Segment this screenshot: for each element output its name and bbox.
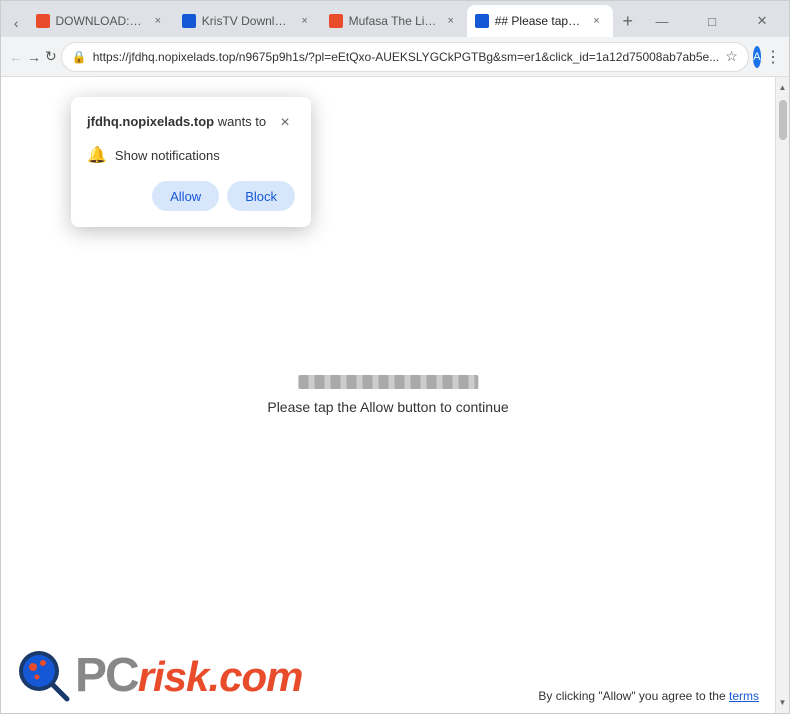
url-text: https://jfdhq.nopixelads.top/n9675p9h1s/… [93, 50, 720, 64]
tab-1-title: DOWNLOAD: Mufas... [56, 14, 144, 28]
browser-window: ‹ DOWNLOAD: Mufas... × KrisTV Download P… [0, 0, 790, 714]
tab-back-btn[interactable]: ‹ [5, 9, 28, 37]
pcrisk-text: PC risk.com [75, 652, 302, 700]
close-button[interactable]: ✕ [739, 5, 785, 37]
popup-notification-text: Show notifications [115, 148, 220, 163]
tab-4-favicon [475, 14, 489, 28]
tab-2-favicon [182, 14, 196, 28]
tab-2-title: KrisTV Download Pa... [202, 14, 291, 28]
scrollbar[interactable]: ▲ ▼ [775, 77, 789, 713]
back-button[interactable]: ← [9, 43, 23, 71]
page-content: jfdhq.nopixelads.top wants to × 🔔 Show n… [1, 77, 775, 713]
popup-title: jfdhq.nopixelads.top wants to [87, 113, 266, 131]
scrollbar-down-arrow[interactable]: ▼ [776, 694, 790, 711]
menu-button[interactable]: ⋮ [765, 43, 781, 71]
pcrisk-logo-icon [17, 649, 71, 703]
tabs-bar: ‹ DOWNLOAD: Mufas... × KrisTV Download P… [1, 1, 789, 37]
forward-button[interactable]: → [27, 43, 41, 71]
allow-button[interactable]: Allow [152, 181, 219, 211]
popup-header: jfdhq.nopixelads.top wants to × [87, 113, 295, 133]
scrollbar-thumb[interactable] [779, 100, 787, 140]
logo-area: PC risk.com [17, 649, 302, 703]
tab-2[interactable]: KrisTV Download Pa... × [174, 5, 321, 37]
lock-icon: 🔒 [72, 50, 87, 64]
window-controls: — □ ✕ [639, 5, 785, 37]
bell-icon: 🔔 [87, 145, 107, 165]
footer-terms-prefix: By clicking "Allow" you agree to the [538, 689, 729, 703]
popup-close-button[interactable]: × [275, 113, 295, 133]
pc-text: PC [75, 652, 138, 700]
bookmark-icon[interactable]: ☆ [725, 48, 738, 65]
url-bar[interactable]: 🔒 https://jfdhq.nopixelads.top/n9675p9h1… [61, 42, 749, 72]
tab-4[interactable]: ## Please tap the All... × [467, 5, 613, 37]
browser-body: jfdhq.nopixelads.top wants to × 🔔 Show n… [1, 77, 789, 713]
restore-button[interactable]: □ [689, 5, 735, 37]
reload-button[interactable]: ↻ [45, 43, 57, 71]
notification-popup: jfdhq.nopixelads.top wants to × 🔔 Show n… [71, 97, 311, 227]
footer-terms: By clicking "Allow" you agree to the ter… [538, 689, 759, 703]
tab-3-title: Mufasa The Lion Kin... [349, 14, 437, 28]
tab-4-title: ## Please tap the All... [495, 14, 583, 28]
new-tab-button[interactable]: + [617, 7, 640, 35]
popup-notification-row: 🔔 Show notifications [87, 145, 295, 165]
page-instruction: Please tap the Allow button to continue [267, 399, 508, 415]
block-button[interactable]: Block [227, 181, 295, 211]
risk-text: risk.com [138, 656, 303, 698]
minimize-button[interactable]: — [639, 5, 685, 37]
popup-buttons: Allow Block [87, 181, 295, 211]
tab-3-favicon [329, 14, 343, 28]
address-bar: ← → ↻ 🔒 https://jfdhq.nopixelads.top/n96… [1, 37, 789, 77]
page-center: Please tap the Allow button to continue [267, 375, 508, 415]
page-footer: PC risk.com By clicking "Allow" you agre… [1, 639, 775, 713]
tab-1-close[interactable]: × [150, 13, 166, 29]
scrollbar-up-arrow[interactable]: ▲ [776, 79, 790, 96]
tab-1[interactable]: DOWNLOAD: Mufas... × [28, 5, 174, 37]
popup-title-suffix: wants to [214, 114, 266, 129]
tab-4-close[interactable]: × [589, 13, 605, 29]
tab-2-close[interactable]: × [297, 13, 313, 29]
footer-terms-link[interactable]: terms [729, 689, 759, 703]
tab-3-close[interactable]: × [443, 13, 459, 29]
popup-domain: jfdhq.nopixelads.top [87, 114, 214, 129]
tab-3[interactable]: Mufasa The Lion Kin... × [321, 5, 467, 37]
tab-1-favicon [36, 14, 50, 28]
profile-avatar[interactable]: A [753, 46, 761, 68]
progress-bar [298, 375, 478, 389]
